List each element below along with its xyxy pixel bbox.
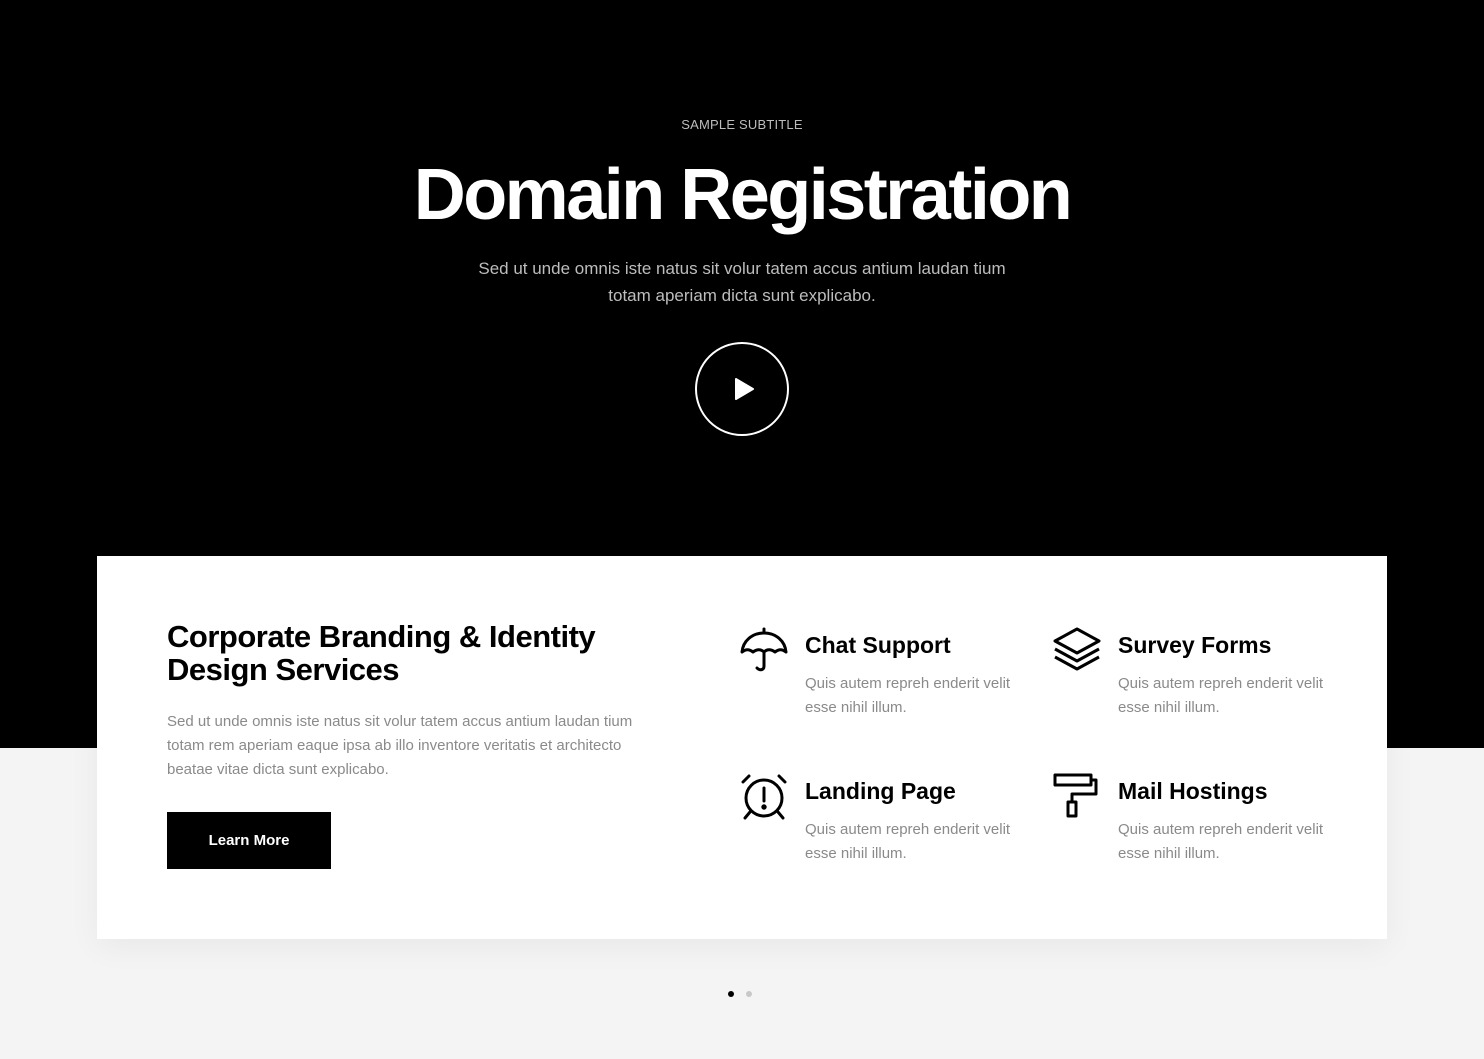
feature-chat-support: Chat Support Quis autem repreh enderit v…: [739, 626, 1019, 736]
pagination-dot-2[interactable]: [746, 991, 752, 997]
carousel-pagination: [728, 991, 752, 997]
layers-icon: [1052, 626, 1102, 676]
play-video-button[interactable]: [695, 342, 789, 436]
feature-text: Quis autem repreh enderit velit esse nih…: [1118, 675, 1324, 716]
card-title: Corporate Branding & Identity Design Ser…: [167, 619, 596, 687]
paint-roller-icon: [1052, 772, 1102, 822]
card-description: Sed ut unde omnis iste natus sit volur t…: [167, 713, 633, 778]
umbrella-icon: [739, 626, 789, 676]
alarm-clock-icon: [739, 772, 789, 822]
feature-title: Landing Page: [805, 778, 956, 804]
pagination-dot-1[interactable]: [728, 991, 734, 997]
play-icon: [735, 378, 754, 400]
feature-mail-hostings: Mail Hostings Quis autem repreh enderit …: [1052, 772, 1332, 882]
feature-text: Quis autem repreh enderit velit esse nih…: [1118, 821, 1324, 862]
feature-text: Quis autem repreh enderit velit esse nih…: [805, 821, 1011, 862]
services-card: Corporate Branding & Identity Design Ser…: [97, 556, 1387, 939]
feature-landing-page: Landing Page Quis autem repreh enderit v…: [739, 772, 1019, 882]
learn-more-button[interactable]: Learn More: [167, 812, 331, 869]
hero-subtitle: SAMPLE SUBTITLE: [681, 117, 803, 132]
feature-title: Mail Hostings: [1118, 778, 1268, 804]
hero-description: Sed ut unde omnis iste natus sit volur t…: [478, 259, 1006, 305]
feature-survey-forms: Survey Forms Quis autem repreh enderit v…: [1052, 626, 1332, 736]
feature-title: Survey Forms: [1118, 632, 1272, 658]
feature-title: Chat Support: [805, 632, 951, 658]
hero-title: Domain Registration: [413, 155, 1073, 235]
feature-text: Quis autem repreh enderit velit esse nih…: [805, 675, 1011, 716]
